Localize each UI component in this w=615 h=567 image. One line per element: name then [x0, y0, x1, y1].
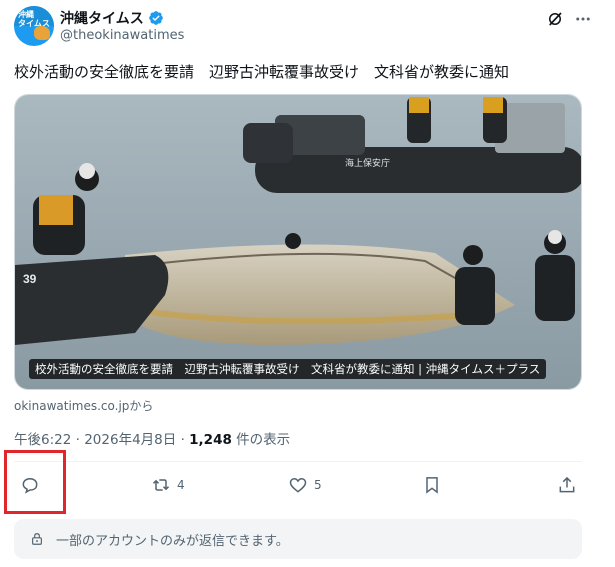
like-button[interactable]: 5	[288, 462, 322, 508]
avatar-mascot	[34, 26, 50, 40]
name-row: 沖縄タイムス	[60, 8, 164, 28]
tweet-date[interactable]: 2026年4月8日	[84, 432, 176, 448]
retweet-button[interactable]: 4	[151, 462, 185, 508]
like-count: 5	[314, 478, 322, 492]
views-label: 件の表示	[236, 432, 291, 448]
more-options-icon[interactable]	[574, 10, 592, 28]
tweet-text: 校外活動の安全徹底を要請 辺野古沖転覆事故受け 文科省が教委に通知	[14, 63, 510, 81]
reply-restriction-notice: 一部のアカウントのみが返信できます。	[14, 519, 582, 559]
news-photo: 海上保安庁 39	[15, 95, 581, 389]
boat-hull-text: 海上保安庁	[345, 157, 390, 168]
verified-badge-icon	[148, 11, 163, 25]
share-icon	[559, 476, 575, 493]
handle[interactable]: @theokinawatimes	[60, 28, 184, 43]
views-count: 1,248	[189, 432, 232, 448]
heart-icon	[289, 477, 307, 493]
tweet-time[interactable]: 午後6:22	[14, 432, 71, 448]
action-bar: 4 5	[0, 462, 615, 508]
display-name[interactable]: 沖縄タイムス	[60, 8, 144, 28]
retweet-icon	[152, 479, 170, 491]
tweet-metadata: 午後6:22 · 2026年4月8日 · 1,248 件の表示	[14, 428, 290, 448]
grok-icon[interactable]	[546, 10, 564, 28]
tweet-header: 沖縄 タイムス 沖縄タイムス @theokinawatimes	[14, 6, 604, 50]
avatar-logo-text: 沖縄 タイムス	[18, 10, 50, 28]
retweet-count: 4	[177, 478, 185, 492]
media-caption: 校外活動の安全徹底を要請 辺野古沖転覆事故受け 文科省が教委に通知 | 沖縄タイ…	[29, 359, 547, 379]
boat-number-text: 39	[23, 272, 37, 286]
meta-separator: ·	[180, 432, 190, 448]
share-button[interactable]	[557, 462, 577, 508]
bookmark-icon	[426, 477, 438, 494]
reply-highlight-box	[4, 450, 66, 514]
tweet-media-card[interactable]: 海上保安庁 39 校外活動の安全徹底を要請 辺野古沖転覆事故受け 文科省が教委に…	[14, 94, 582, 390]
lock-icon	[32, 533, 42, 545]
avatar[interactable]: 沖縄 タイムス	[14, 6, 54, 46]
link-source[interactable]: okinawatimes.co.jpから	[14, 397, 153, 414]
bookmark-button[interactable]	[422, 462, 442, 508]
reply-notice-text: 一部のアカウントのみが返信できます。	[56, 533, 289, 549]
meta-separator: ·	[75, 432, 85, 448]
